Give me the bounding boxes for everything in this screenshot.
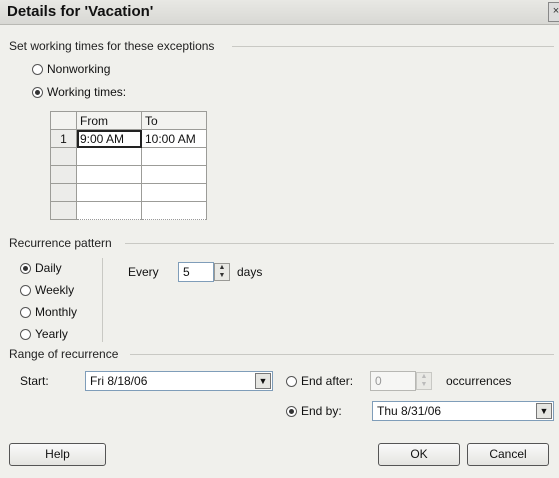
start-date-input[interactable]: Fri 8/18/06	[85, 371, 273, 391]
every-label: Every	[128, 265, 159, 279]
to-column-header: To	[141, 111, 207, 130]
from-cell[interactable]	[76, 165, 142, 184]
close-icon[interactable]: ×	[548, 2, 559, 22]
daily-radio[interactable]	[20, 263, 31, 274]
table-row	[50, 165, 207, 184]
working-times-table: From To 1 9:00 AM 10:00 AM	[50, 111, 207, 220]
occurrences-label: occurrences	[446, 374, 512, 388]
recurrence-divider	[125, 243, 554, 244]
range-section-label: Range of recurrence	[9, 347, 119, 361]
table-corner-header	[50, 111, 77, 130]
end-after-spin-icon[interactable]: ▲ ▼	[416, 372, 432, 390]
start-label: Start:	[20, 374, 49, 388]
yearly-label[interactable]: Yearly	[35, 327, 68, 341]
table-row: 1 9:00 AM 10:00 AM	[50, 129, 207, 148]
end-after-label[interactable]: End after:	[301, 374, 353, 388]
from-column-header: From	[76, 111, 142, 130]
row-number	[50, 201, 77, 220]
from-cell[interactable]	[76, 183, 142, 202]
exceptions-divider	[232, 46, 554, 47]
from-cell[interactable]	[76, 201, 142, 220]
to-cell[interactable]	[141, 201, 207, 220]
range-divider	[130, 354, 554, 355]
row-number	[50, 165, 77, 184]
ok-button[interactable]: OK	[378, 443, 460, 466]
row-number	[50, 147, 77, 166]
to-cell[interactable]: 10:00 AM	[141, 129, 207, 148]
end-by-label[interactable]: End by:	[301, 404, 342, 418]
nonworking-label[interactable]: Nonworking	[47, 62, 110, 76]
every-days-spin-icon[interactable]: ▲ ▼	[214, 263, 230, 281]
end-after-radio[interactable]	[286, 376, 297, 387]
to-cell[interactable]	[141, 147, 207, 166]
nonworking-radio[interactable]	[32, 64, 43, 75]
to-cell[interactable]	[141, 183, 207, 202]
to-cell[interactable]	[141, 165, 207, 184]
recurrence-vertical-divider	[102, 258, 103, 342]
table-row	[50, 183, 207, 202]
title-bar: Details for 'Vacation' ×	[0, 0, 559, 25]
end-after-input[interactable]: 0	[370, 371, 416, 391]
end-by-date-input[interactable]: Thu 8/31/06	[372, 401, 554, 421]
weekly-label[interactable]: Weekly	[35, 283, 74, 297]
row-number: 1	[50, 129, 77, 148]
days-label: days	[237, 265, 263, 279]
weekly-radio[interactable]	[20, 285, 31, 296]
working-times-label[interactable]: Working times:	[47, 85, 126, 99]
monthly-label[interactable]: Monthly	[35, 305, 77, 319]
end-by-dropdown-icon[interactable]: ▼	[536, 403, 552, 419]
end-by-radio[interactable]	[286, 406, 297, 417]
row-number	[50, 183, 77, 202]
table-row	[50, 147, 207, 166]
table-row	[50, 201, 207, 220]
help-button[interactable]: Help	[9, 443, 106, 466]
daily-label[interactable]: Daily	[35, 261, 62, 275]
cancel-button[interactable]: Cancel	[467, 443, 549, 466]
every-days-input[interactable]: 5	[178, 262, 214, 282]
yearly-radio[interactable]	[20, 329, 31, 340]
exceptions-section-label: Set working times for these exceptions	[9, 39, 215, 53]
from-cell[interactable]	[76, 147, 142, 166]
dialog-title: Details for 'Vacation'	[7, 3, 154, 20]
working-times-radio[interactable]	[32, 87, 43, 98]
start-date-dropdown-icon[interactable]: ▼	[255, 373, 271, 389]
monthly-radio[interactable]	[20, 307, 31, 318]
recurrence-section-label: Recurrence pattern	[9, 236, 112, 250]
from-cell[interactable]: 9:00 AM	[76, 129, 142, 148]
